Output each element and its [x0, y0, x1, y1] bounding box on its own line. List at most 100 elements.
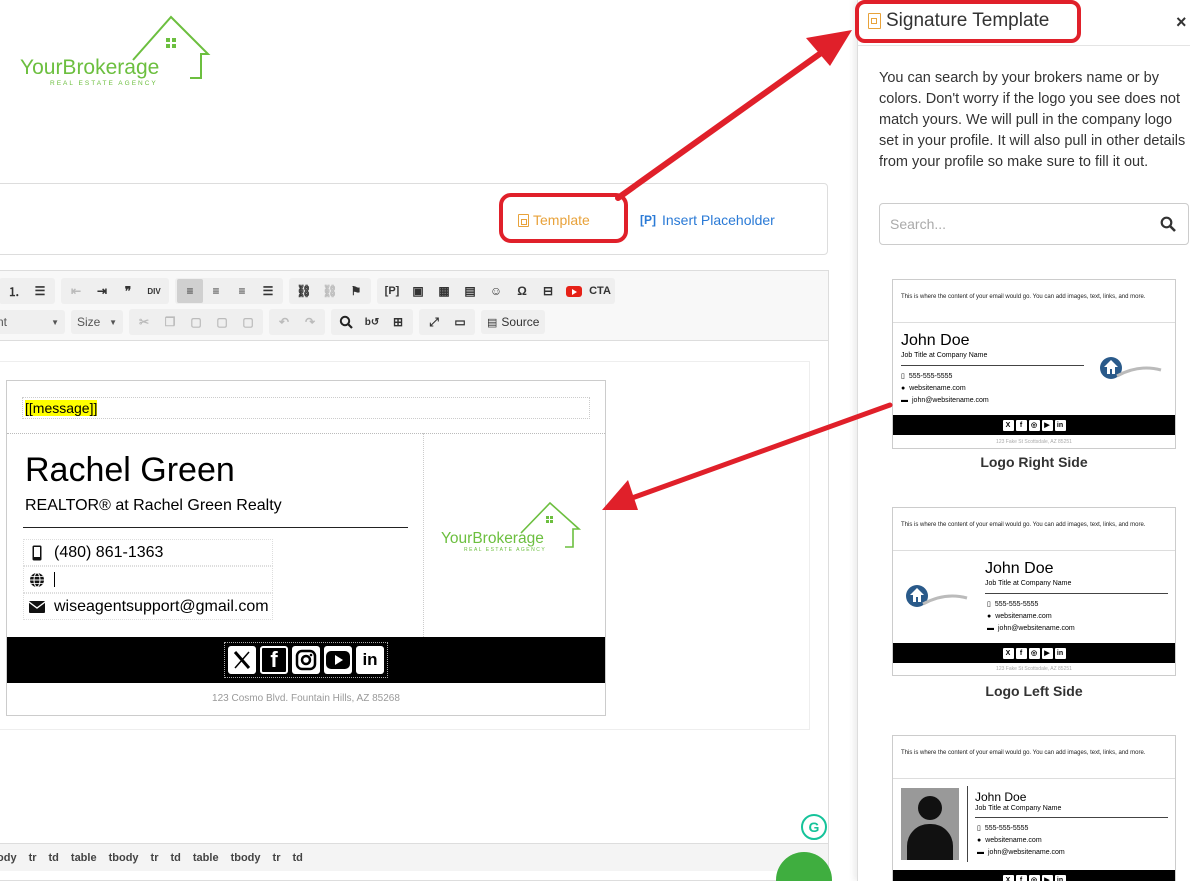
cut-icon[interactable]: ✂: [131, 310, 157, 334]
close-icon[interactable]: ×: [1176, 12, 1187, 33]
align-left-icon[interactable]: ≡: [177, 279, 203, 303]
copy-icon[interactable]: ❐: [157, 310, 183, 334]
svg-text:REAL ESTATE AGENCY: REAL ESTATE AGENCY: [464, 547, 546, 553]
redo-icon[interactable]: ↷: [297, 310, 323, 334]
x-twitter-icon: X: [1002, 647, 1014, 659]
youtube-icon[interactable]: [561, 279, 587, 303]
template-search-input[interactable]: [880, 205, 1150, 243]
link-icon[interactable]: ⛓: [291, 279, 317, 303]
signature-name[interactable]: Rachel Green: [25, 451, 235, 490]
paste-icon[interactable]: ▢: [183, 310, 209, 334]
template-job: Job Title at Company Name: [901, 352, 988, 359]
contact-website-row[interactable]: [23, 566, 273, 593]
path-item[interactable]: tr: [29, 852, 37, 864]
template-website: websitename.com: [985, 837, 1042, 844]
contact-email-row[interactable]: wiseagentsupport@gmail.com: [23, 593, 273, 620]
justify-icon[interactable]: ☰: [255, 279, 281, 303]
placeholder-insert-icon[interactable]: [P]: [379, 279, 405, 303]
bulleted-list-icon[interactable]: ☰: [27, 279, 53, 303]
path-item[interactable]: td: [49, 852, 59, 864]
facebook-icon: f: [1015, 874, 1027, 881]
insert-placeholder-button[interactable]: [P] Insert Placeholder: [640, 210, 775, 230]
maximize-icon[interactable]: ⤢: [421, 310, 447, 334]
youtube-social-icon: ▶: [1041, 647, 1053, 659]
source-button[interactable]: ▤ Source: [481, 310, 546, 334]
linkedin-icon[interactable]: in: [356, 646, 384, 674]
signature-title[interactable]: REALTOR® at Rachel Green Realty: [25, 497, 282, 515]
template-contacts: ▯ 555-555-5555 ● websitename.com ▬ john@web…: [901, 371, 989, 407]
envelope-icon: ▬: [901, 397, 908, 404]
image-icon[interactable]: ▣: [405, 279, 431, 303]
x-twitter-icon[interactable]: [228, 646, 256, 674]
undo-icon[interactable]: ↶: [271, 310, 297, 334]
template-separator: [893, 778, 1175, 779]
facebook-icon: f: [1015, 647, 1027, 659]
youtube-social-icon[interactable]: [324, 646, 352, 674]
chevron-down-icon: ▼: [109, 317, 117, 327]
insert-placeholder-label: Insert Placeholder: [662, 212, 775, 228]
template-button[interactable]: Template: [518, 210, 590, 230]
size-select[interactable]: Size ▼: [71, 310, 123, 334]
template-doc-icon: [868, 13, 881, 29]
indent-icon[interactable]: ⇥: [89, 279, 115, 303]
template-phone: 555-555-5555: [984, 825, 1029, 832]
smiley-icon[interactable]: ☺: [483, 279, 509, 303]
paste-word-icon[interactable]: ▢: [235, 310, 261, 334]
facebook-icon[interactable]: f: [260, 646, 288, 674]
x-twitter-icon: X: [1002, 419, 1014, 431]
template-contacts: ▯ 555-555-5555 ● websitename.com ▬ john@web…: [977, 823, 1065, 859]
youtube-social-icon: ▶: [1041, 874, 1053, 881]
phone-icon: ▯: [977, 825, 981, 832]
font-select[interactable]: nt ▼: [0, 310, 65, 334]
blockquote-icon[interactable]: ❞: [115, 279, 141, 303]
numbered-list-icon[interactable]: ⒈: [1, 279, 27, 303]
special-char-icon[interactable]: Ω: [509, 279, 535, 303]
template-label[interactable]: Logo Left Side: [892, 683, 1176, 699]
table-icon[interactable]: ▦: [431, 279, 457, 303]
path-item[interactable]: tbody: [109, 852, 139, 864]
template-name: John Doe: [975, 790, 1027, 804]
page-break-icon[interactable]: ⊟: [535, 279, 561, 303]
message-row[interactable]: [[message]]: [22, 397, 590, 419]
path-item[interactable]: table: [193, 852, 219, 864]
panel-description: You can search by your brokers name or b…: [879, 70, 1186, 170]
template-logo-right[interactable]: This is where the content of your email …: [892, 279, 1176, 449]
arrow-to-panel-title: [615, 45, 831, 201]
template-button-label: Template: [533, 212, 590, 228]
show-blocks-icon[interactable]: ▭: [447, 310, 473, 334]
path-item[interactable]: tr: [273, 852, 281, 864]
unlink-icon[interactable]: ⛓: [317, 279, 343, 303]
social-icons: f in: [224, 642, 388, 678]
select-all-icon[interactable]: ⊞: [385, 310, 411, 334]
paste-text-icon[interactable]: ▢: [209, 310, 235, 334]
template-logo-left[interactable]: This is where the content of your email …: [892, 507, 1176, 676]
align-right-icon[interactable]: ≡: [229, 279, 255, 303]
instagram-icon: ◎: [1028, 874, 1040, 881]
contact-phone-row[interactable]: (480) 861-1363: [23, 539, 273, 566]
cta-icon[interactable]: CTA: [587, 279, 613, 303]
signature-address: 123 Cosmo Blvd. Fountain Hills, AZ 85268: [212, 693, 400, 704]
outdent-icon[interactable]: ⇤: [63, 279, 89, 303]
replace-icon[interactable]: b↺: [359, 310, 385, 334]
path-item[interactable]: td: [171, 852, 181, 864]
signature-logo[interactable]: YourBrokerage REAL ESTATE AGENCY: [439, 499, 589, 555]
path-item[interactable]: tr: [151, 852, 159, 864]
linkedin-icon: in: [1054, 647, 1066, 659]
path-item[interactable]: td: [292, 852, 302, 864]
search-icon[interactable]: [1150, 216, 1186, 232]
editor-content-area[interactable]: [[message]] Rachel Green REALTOR® at Rac…: [0, 361, 810, 730]
grammarly-icon[interactable]: G: [801, 814, 827, 840]
instagram-icon[interactable]: [292, 646, 320, 674]
template-label[interactable]: Logo Right Side: [892, 454, 1176, 470]
path-item[interactable]: ody: [0, 852, 17, 864]
path-item[interactable]: table: [71, 852, 97, 864]
signature-contacts: (480) 861-1363 wiseagentsupport@gmail.co…: [23, 539, 273, 620]
find-icon[interactable]: [333, 310, 359, 334]
align-center-icon[interactable]: ≡: [203, 279, 229, 303]
globe-icon: ●: [977, 837, 982, 844]
anchor-flag-icon[interactable]: ⚑: [343, 279, 369, 303]
path-item[interactable]: tbody: [231, 852, 261, 864]
horizontal-line-icon[interactable]: ▤: [457, 279, 483, 303]
div-container-icon[interactable]: DIV: [141, 279, 167, 303]
template-photo[interactable]: This is where the content of your email …: [892, 735, 1176, 881]
